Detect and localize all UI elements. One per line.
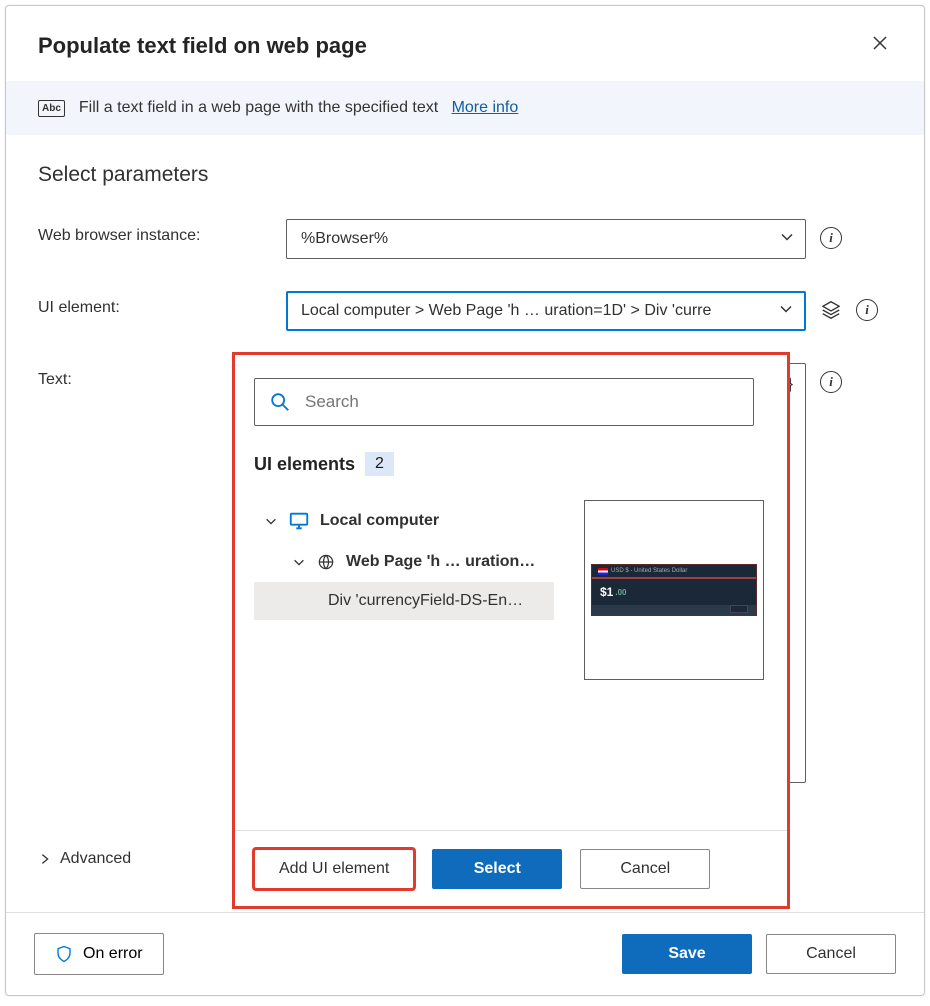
ui-element-field-row: UI element: Local computer > Web Page 'h…: [38, 291, 892, 331]
chevron-down-icon: [779, 229, 795, 250]
search-input[interactable]: [305, 392, 739, 412]
browser-field-row: Web browser instance: %Browser% i: [38, 219, 892, 259]
popup-footer: Add UI element Select Cancel: [234, 830, 788, 907]
chevron-right-icon: [38, 852, 52, 866]
save-button[interactable]: Save: [622, 934, 752, 974]
description-bar: Abc Fill a text field in a web page with…: [6, 81, 924, 135]
search-icon: [269, 391, 291, 413]
description-text: Fill a text field in a web page with the…: [79, 99, 438, 116]
abc-icon: Abc: [38, 100, 65, 117]
section-title: Select parameters: [38, 163, 892, 187]
chevron-down-icon: [778, 301, 794, 322]
shield-icon: [55, 944, 73, 964]
on-error-button[interactable]: On error: [34, 933, 164, 975]
close-icon[interactable]: [864, 30, 896, 61]
layers-icon[interactable]: [820, 299, 842, 321]
cancel-button[interactable]: Cancel: [766, 934, 896, 974]
popup-cancel-button[interactable]: Cancel: [580, 849, 710, 889]
add-ui-element-button[interactable]: Add UI element: [254, 849, 414, 889]
advanced-label: Advanced: [60, 850, 131, 868]
browser-dropdown[interactable]: %Browser%: [286, 219, 806, 259]
info-icon[interactable]: i: [820, 371, 842, 393]
chevron-down-icon: [292, 555, 306, 569]
element-thumbnail: USD $ - United States Dollar $1.00: [584, 500, 764, 680]
search-box[interactable]: [254, 378, 754, 426]
dialog-window: Populate text field on web page Abc Fill…: [5, 5, 925, 996]
browser-value: %Browser%: [301, 230, 388, 247]
advanced-toggle[interactable]: Advanced: [38, 850, 131, 868]
count-badge: 2: [365, 452, 394, 476]
tree-node-root[interactable]: Local computer: [254, 500, 554, 542]
monitor-icon: [288, 510, 310, 532]
ui-element-value: Local computer > Web Page 'h … uration=1…: [301, 302, 711, 319]
ui-element-dropdown[interactable]: Local computer > Web Page 'h … uration=1…: [286, 291, 806, 331]
ui-element-label: UI element:: [38, 291, 286, 317]
tree-node-element[interactable]: Div 'currencyField-DS-En…: [254, 582, 554, 620]
info-icon[interactable]: i: [856, 299, 878, 321]
dialog-footer: On error Save Cancel: [6, 912, 924, 995]
ui-elements-tree: Local computer Web Page 'h … uration… Di…: [254, 500, 768, 620]
info-icon[interactable]: i: [820, 227, 842, 249]
flag-icon: [598, 568, 608, 575]
dialog-title: Populate text field on web page: [38, 33, 367, 59]
select-button[interactable]: Select: [432, 849, 562, 889]
ui-elements-popup: UI elements 2 Local computer Web Page 'h…: [234, 354, 788, 907]
globe-icon: [316, 552, 336, 572]
browser-label: Web browser instance:: [38, 219, 286, 245]
dialog-header: Populate text field on web page: [6, 6, 924, 81]
chevron-down-icon: [264, 514, 278, 528]
more-info-link[interactable]: More info: [452, 99, 519, 116]
tree-node-page[interactable]: Web Page 'h … uration…: [254, 542, 554, 582]
ui-elements-heading: UI elements 2: [254, 452, 768, 476]
